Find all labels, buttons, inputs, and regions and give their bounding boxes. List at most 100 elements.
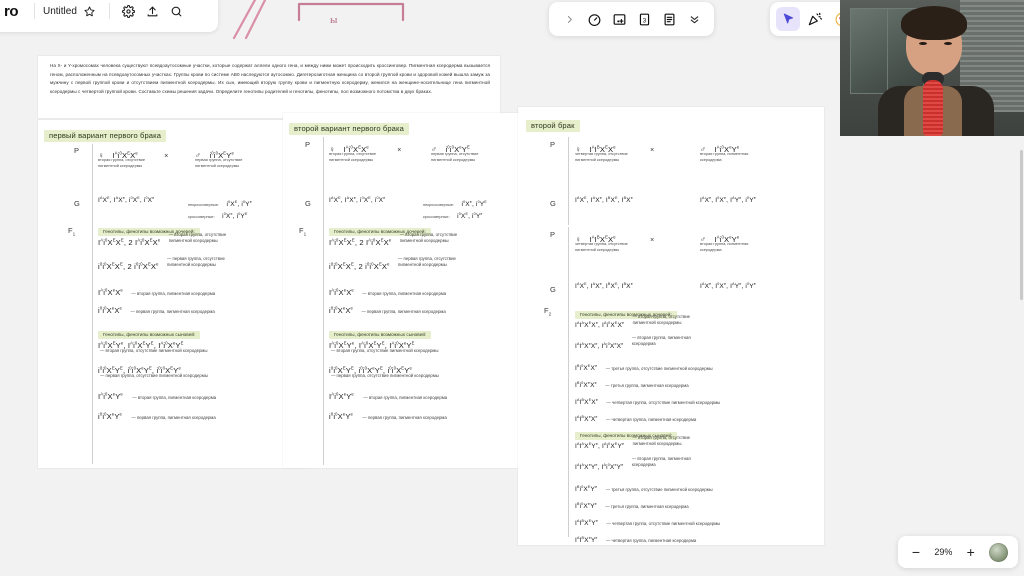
frame-icon[interactable] [607, 7, 631, 31]
col1-crossover-label: кроссоверные: [188, 214, 215, 219]
webcam-overlay[interactable] [840, 0, 1024, 136]
col1-daughter-row: i0i0XEXE, 2 i0i0XEXe — первая группа, от… [98, 256, 225, 271]
col1-daughter-row: IAi0XEXE, 2 IAi0XEXe — вторая группа, от… [98, 232, 227, 247]
problem-statement-text: На X- и Y-хромосомах человека существуют… [50, 63, 490, 95]
col2-p-female-pheno: вторая группа, отсутствие пигментной ксе… [329, 151, 376, 163]
col2-p-male-pheno: первая группа, отсутствие пигментной ксе… [431, 151, 479, 163]
canvas-scrollbar[interactable] [1020, 150, 1023, 300]
col1-son-pheno: — вторая группа, отсутствие пигментной к… [100, 348, 208, 353]
col3-son-row: IAIAXEYe, IAi0XEYe — вторая группа, отсу… [575, 435, 691, 450]
genotype: IAi0XeXe [98, 287, 123, 297]
pheno: третья группа, отсутствие пигментной ксе… [611, 366, 713, 371]
app-toolbar-left[interactable]: ro Untitled [0, 0, 218, 32]
genotype: IAIAXEXe, IAi0XEXe [575, 320, 625, 329]
col2-daughter-row: IAi0XeXe — вторая группа, пигментная ксе… [329, 287, 447, 297]
col3-son-row: IBi0XeYe — третья группа, пигментная ксе… [575, 501, 689, 510]
col3-son-row: IAIAXeYe, IAi0XeYe — вторая группа, пигм… [575, 456, 691, 471]
col1-f1-rule [92, 224, 93, 464]
star-icon[interactable] [79, 0, 101, 22]
col2-cross-symbol: × [397, 147, 402, 154]
frame-count-label: 3 [642, 17, 646, 24]
col1-son-pheno: — первая группа, отсутствие пигментной к… [100, 373, 208, 378]
first-marriage-variant1-card[interactable]: первый вариант первого брака P G ♀ IAi0X… [38, 120, 310, 468]
webcam-person-eye-right [944, 42, 952, 45]
party-popper-icon[interactable] [803, 7, 827, 31]
genotype: IBi0XeXe [575, 380, 597, 389]
col3-son-row: IBi0XEYe — третья группа, отсутствие пиг… [575, 484, 713, 493]
col1-cross-symbol: × [164, 153, 169, 160]
pheno: четвертая группа, отсутствие пигментной … [611, 400, 721, 405]
col3-g2-female: IAXE, IAXe, IBXE, IBXe [575, 281, 633, 290]
pheno: четвертая группа, пигментная ксеродерма [611, 538, 697, 543]
col3-g2-male: IAXe, I0Xe, IAYe, i0Ye [700, 281, 756, 290]
col2-daughter-row: i0i0XeXe — первая группа, пигментная ксе… [329, 305, 446, 315]
col3-label-G2: G [550, 285, 556, 294]
col1-g-male-cross: i0Xe, i0YE [222, 211, 248, 220]
col2-son-pheno: — вторая группа, отсутствие пигментной к… [331, 348, 439, 353]
genotype: IAi0XEXE, 2 IAi0XEXe [98, 237, 161, 247]
col3-label-F2: F2 [544, 306, 552, 317]
genotype: IAi0XeXe [329, 287, 354, 297]
chevron-double-down-icon[interactable] [682, 7, 706, 31]
user-avatar[interactable] [989, 542, 1008, 562]
notes-icon[interactable] [657, 7, 681, 31]
pheno: третья группа, отсутствие пигментной ксе… [611, 487, 713, 492]
genotype: i0i0XeXe [329, 305, 353, 315]
chevron-right-icon[interactable] [557, 7, 581, 31]
zoom-out-button[interactable]: − [908, 545, 924, 559]
pheno: вторая группа, пигментная ксеродерма [631, 456, 691, 468]
col1-heading: первый вариант первого брака [44, 129, 167, 142]
col1-daughter-row: i0i0XeXe — первая группа, пигментная ксе… [98, 305, 215, 315]
genotype: i0i0XEXE, 2 i0i0XEXe [98, 261, 159, 271]
pheno: четвертая группа, пигментная ксеродерма [611, 417, 697, 422]
toolbar-divider [34, 3, 35, 19]
pheno: — первая группа, пигментная ксеродерма [131, 415, 216, 420]
pheno: вторая группа, пигментная ксеродерма [367, 291, 447, 296]
search-icon[interactable] [166, 0, 188, 22]
col3-daughter-row: IAIAXeXe, IAi0XeXe — вторая группа, пигм… [575, 335, 691, 350]
pheno: первая группа, отсутствие пигментной ксе… [167, 256, 225, 268]
second-marriage-card[interactable]: второй брак P G ♀ IAIBXEXe × четвертая г… [518, 107, 824, 545]
col3-label-P2: P [550, 230, 556, 239]
zoom-in-button[interactable]: + [963, 545, 979, 559]
col2-label-P: P [305, 140, 311, 149]
col3-daughter-row: IBi0XEXe — третья группа, отсутствие пиг… [575, 363, 713, 372]
col2-stage-rule [323, 137, 324, 225]
col3-son-row: IAIBXeYe — четвертая группа, пигментная … [575, 535, 697, 544]
col3-daughter-row: IAIBXEXe — четвертая группа, отсутствие … [575, 397, 721, 406]
genotype: IAIAXeYe, IAi0XeYe [575, 462, 624, 471]
pheno: вторая группа, отсутствие пигментной ксе… [168, 232, 227, 244]
genotype: i0i0XeYe [329, 411, 353, 421]
genotype: IBi0XEXe [575, 363, 598, 372]
document-title[interactable]: Untitled [43, 6, 77, 17]
upload-icon[interactable] [142, 0, 164, 22]
genotype: IAi0XeYe [98, 391, 123, 401]
col3-stage-rule-2 [568, 227, 569, 317]
cursor-icon[interactable] [776, 7, 800, 31]
zoom-level-label: 29% [934, 547, 953, 557]
pheno: вторая группа, отсутствие пигментной ксе… [399, 232, 458, 244]
pheno: первая группа, отсутствие пигментной ксе… [398, 256, 456, 268]
col3-cross-symbol-2: × [650, 237, 655, 244]
col2-f1-rule [323, 225, 324, 465]
pheno: — первая группа, пигментная ксеродерма [362, 415, 447, 420]
canvas-toolbar[interactable]: 3 [549, 2, 714, 36]
ink-annotation-bracket [297, 2, 405, 22]
col3-son-row: IAIBXEYe — четвертая группа, отсутствие … [575, 518, 721, 527]
gear-icon[interactable] [118, 0, 140, 22]
col3-p2-female-pheno: четвертая группа, отсутствие пигментной … [575, 241, 628, 253]
timer-icon[interactable] [582, 7, 606, 31]
pheno: первая группа, пигментная ксеродерма [135, 309, 215, 314]
zoom-control[interactable]: − 29% + [898, 536, 1018, 568]
col1-label-P: P [74, 146, 80, 155]
col1-p-female-pheno: вторая группа, отсутствие пигментной ксе… [98, 157, 145, 169]
col3-stage-rule-1 [568, 137, 569, 225]
app-logo[interactable]: ro [4, 3, 26, 20]
problem-statement-card[interactable]: На X- и Y-хромосомах человека существуют… [38, 56, 500, 118]
col2-g-female: IAXE, IAXe, i0XE, i0Xe [329, 195, 386, 204]
pheno: первая группа, пигментная ксеродерма [366, 309, 446, 314]
col3-daughter-row: IBi0XeXe — третья группа, пигментная ксе… [575, 380, 689, 389]
col1-son-row: IAi0XeYe — вторая группа, пигментная ксе… [98, 386, 216, 404]
pheno: четвертая группа, отсутствие пигментной … [611, 521, 721, 526]
number-three-icon[interactable]: 3 [632, 7, 656, 31]
